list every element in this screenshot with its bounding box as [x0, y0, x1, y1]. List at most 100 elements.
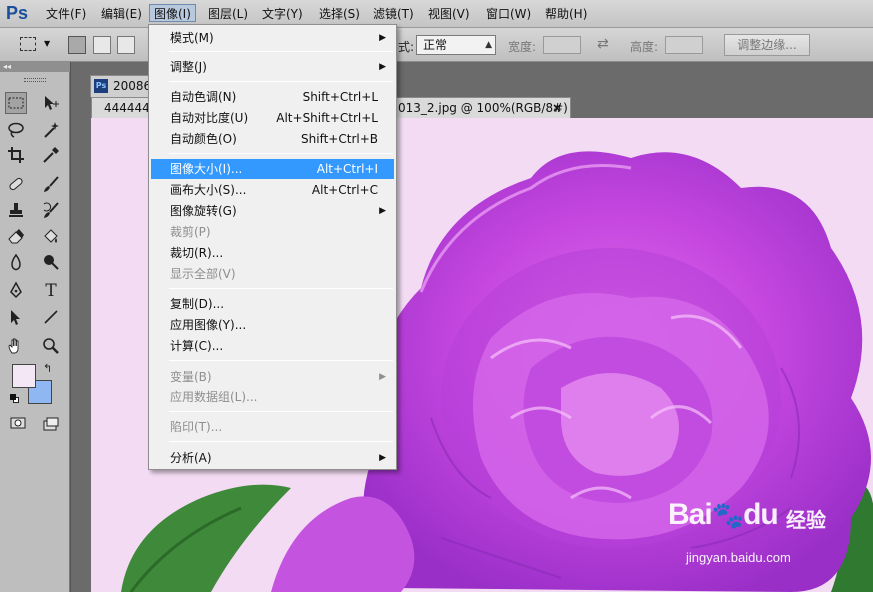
menu-type[interactable]: 文字(Y): [258, 5, 307, 23]
menu-item-shortcut: Alt+Shift+Ctrl+L: [276, 111, 378, 125]
menu-select[interactable]: 选择(S): [315, 5, 364, 23]
menu-filter[interactable]: 滤镜(T): [369, 5, 418, 23]
new-selection-icon[interactable]: [68, 36, 86, 54]
brush-icon[interactable]: [40, 173, 62, 195]
menu-item-mode[interactable]: 模式(M) ▶: [151, 28, 394, 48]
chevron-down-icon: ▲: [485, 40, 492, 50]
hand-icon[interactable]: [5, 335, 27, 357]
height-field[interactable]: [665, 36, 703, 54]
menu-item-crop[interactable]: 裁剪(P): [151, 222, 394, 242]
document-tab-2-title-left: 444444: [104, 101, 150, 115]
path-select-icon[interactable]: [5, 306, 27, 328]
pen-icon[interactable]: [5, 280, 27, 302]
submenu-arrow-icon: ▶: [379, 453, 386, 463]
menu-item-label: 显示全部(V): [170, 267, 236, 281]
menu-file[interactable]: 文件(F): [42, 5, 90, 23]
swap-colors-icon[interactable]: ↰: [43, 362, 52, 375]
menu-item-label: 变量(B): [170, 370, 212, 384]
toolbox-grip[interactable]: [24, 78, 46, 82]
crop-icon[interactable]: [5, 144, 27, 166]
close-icon[interactable]: ×: [552, 98, 562, 118]
menu-item-label: 应用图像(Y)...: [170, 318, 247, 332]
menu-bar: Ps 文件(F) 编辑(E) 图像(I) 图层(L) 文字(Y) 选择(S) 滤…: [0, 0, 873, 28]
subtract-selection-icon[interactable]: [117, 36, 135, 54]
zoom-icon[interactable]: [40, 335, 62, 357]
style-select[interactable]: 正常 ▲: [416, 35, 496, 55]
menu-separator: [169, 81, 393, 82]
eyedropper-icon[interactable]: [40, 144, 62, 166]
toolbox-collapse-icon[interactable]: ◂◂: [0, 62, 70, 72]
baidu-logo-text: Bai: [668, 498, 713, 531]
submenu-arrow-icon: ▶: [379, 62, 386, 72]
screen-mode-icon[interactable]: [40, 414, 62, 436]
menu-item-image-rotation[interactable]: 图像旋转(G) ▶: [151, 201, 394, 221]
menu-item-auto-contrast[interactable]: 自动对比度(U) Alt+Shift+Ctrl+L: [151, 108, 394, 128]
paint-bucket-icon[interactable]: [40, 225, 62, 247]
menu-item-variables[interactable]: 变量(B) ▶: [151, 367, 394, 387]
healing-brush-icon[interactable]: [5, 173, 27, 195]
default-colors-icon[interactable]: [10, 394, 19, 403]
menu-layer[interactable]: 图层(L): [204, 5, 252, 23]
paw-icon: 🐾: [711, 500, 744, 530]
menu-item-reveal-all[interactable]: 显示全部(V): [151, 264, 394, 284]
menu-separator: [169, 360, 393, 361]
magic-wand-icon[interactable]: [40, 119, 62, 141]
marquee-preset-icon[interactable]: [20, 37, 36, 51]
menu-item-label: 自动颜色(O): [170, 132, 237, 146]
menu-item-label: 计算(C)...: [170, 339, 224, 353]
image-menu-dropdown: 模式(M) ▶ 调整(J) ▶ 自动色调(N) Shift+Ctrl+L 自动对…: [148, 24, 397, 470]
menu-item-label: 调整(J): [170, 60, 207, 74]
menu-item-auto-color[interactable]: 自动颜色(O) Shift+Ctrl+B: [151, 129, 394, 149]
menu-item-canvas-size[interactable]: 画布大小(S)... Alt+Ctrl+C: [151, 180, 394, 200]
refine-edge-button[interactable]: 调整边缘...: [724, 34, 810, 56]
menu-separator: [169, 153, 393, 154]
type-tool-icon[interactable]: T: [40, 280, 62, 302]
swap-icon[interactable]: ⇄: [597, 36, 609, 52]
rect-marquee-icon[interactable]: [5, 92, 27, 114]
photoshop-logo: Ps: [6, 3, 29, 23]
submenu-arrow-icon: ▶: [379, 33, 386, 43]
submenu-arrow-icon: ▶: [379, 372, 386, 382]
menu-separator: [169, 51, 393, 52]
lasso-icon[interactable]: [5, 119, 27, 141]
width-field[interactable]: [543, 36, 581, 54]
menu-item-analysis[interactable]: 分析(A) ▶: [151, 448, 394, 468]
menu-image[interactable]: 图像(I): [149, 4, 196, 22]
menu-item-auto-tone[interactable]: 自动色调(N) Shift+Ctrl+L: [151, 87, 394, 107]
menu-item-image-size[interactable]: 图像大小(I)... Alt+Ctrl+I: [151, 159, 394, 179]
menu-item-label: 复制(D)...: [170, 297, 225, 311]
line-tool-icon[interactable]: [40, 306, 62, 328]
menu-item-trap[interactable]: 陷印(T)...: [151, 417, 394, 437]
document-tab-2-title-right: 013_2.jpg @ 100%(RGB/8#): [398, 101, 568, 115]
menu-item-shortcut: Alt+Ctrl+C: [311, 183, 378, 197]
menu-item-calculations[interactable]: 计算(C)...: [151, 336, 394, 356]
width-label: 宽度:: [508, 40, 537, 54]
menu-separator: [169, 411, 393, 412]
blur-icon[interactable]: [5, 251, 27, 273]
menu-item-trim[interactable]: 裁切(R)...: [151, 243, 394, 263]
move-tool-icon[interactable]: [40, 92, 62, 114]
watermark-label: 经验: [786, 508, 826, 532]
menu-help[interactable]: 帮助(H): [541, 5, 591, 23]
style-select-value: 正常: [423, 38, 448, 52]
foreground-color-swatch[interactable]: [12, 364, 36, 388]
history-brush-icon[interactable]: [40, 199, 62, 221]
menu-edit[interactable]: 编辑(E): [97, 5, 146, 23]
quick-mask-icon[interactable]: [7, 412, 29, 434]
clone-stamp-icon[interactable]: [5, 199, 27, 221]
document-tab-1-title: 20086: [113, 79, 152, 93]
menu-view[interactable]: 视图(V): [424, 5, 474, 23]
height-label: 高度:: [630, 40, 659, 54]
menu-item-apply-image[interactable]: 应用图像(Y)...: [151, 315, 394, 335]
dodge-icon[interactable]: [40, 251, 62, 273]
add-selection-icon[interactable]: [93, 36, 111, 54]
menu-item-label: 图像大小(I)...: [170, 162, 243, 176]
chevron-down-icon[interactable]: ▼: [44, 39, 50, 48]
baidu-logo-suffix: du: [743, 498, 779, 531]
menu-item-apply-data-set[interactable]: 应用数据组(L)...: [151, 387, 394, 407]
menu-item-adjustments[interactable]: 调整(J) ▶: [151, 57, 394, 77]
menu-window[interactable]: 窗口(W): [482, 5, 535, 23]
baidu-watermark: Bai🐾du 经验 jingyan.baidu.com: [668, 494, 868, 574]
menu-item-duplicate[interactable]: 复制(D)...: [151, 294, 394, 314]
eraser-icon[interactable]: [5, 225, 27, 247]
